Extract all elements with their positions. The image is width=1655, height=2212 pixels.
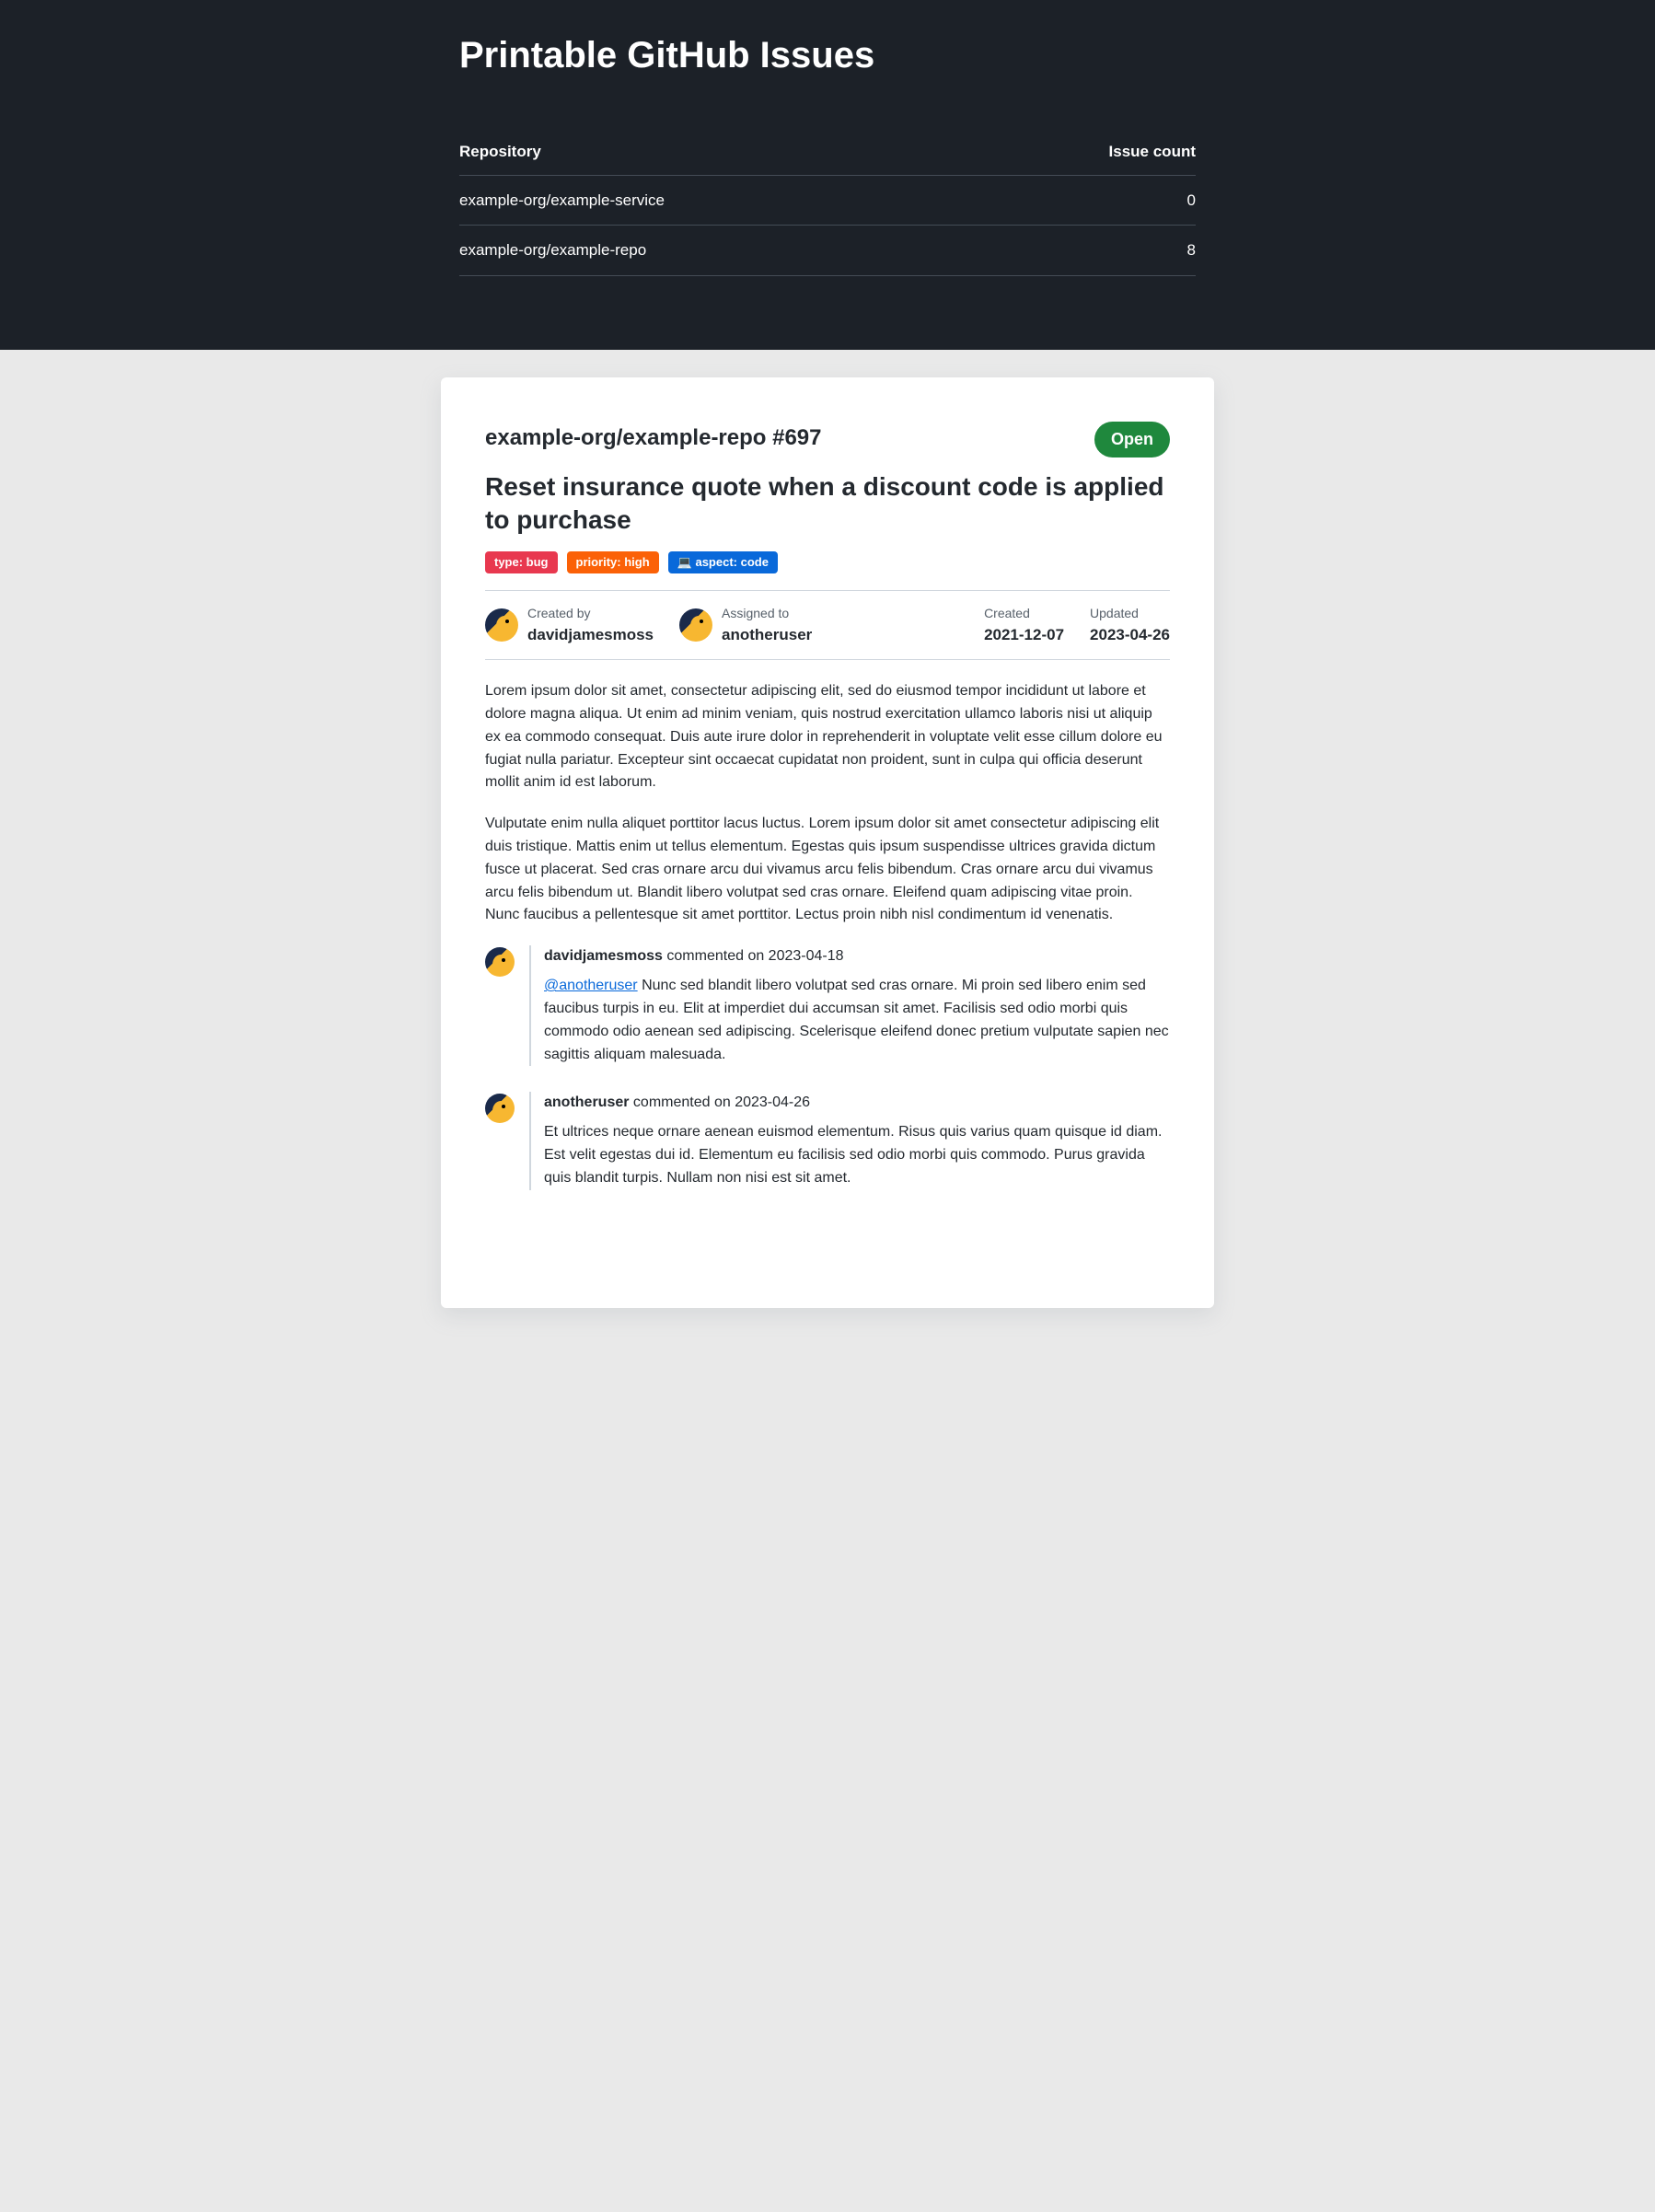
comment-body: @anotheruser Nunc sed blandit libero vol… xyxy=(544,975,1170,1066)
comment-author: anotheruser xyxy=(544,1094,629,1110)
meta-row: Created by davidjamesmoss Assigned to an… xyxy=(485,590,1170,661)
comment-text: Et ultrices neque ornare aenean euismod … xyxy=(544,1124,1162,1186)
comment-header: davidjamesmoss commented on 2023-04-18 xyxy=(544,945,1170,967)
page-title: Printable GitHub Issues xyxy=(459,28,1196,83)
repo-name: example-org/example-service xyxy=(459,175,977,226)
issue-card: example-org/example-repo #697 Open Reset… xyxy=(441,377,1214,1308)
page-header: Printable GitHub Issues Repository Issue… xyxy=(0,0,1655,350)
meta-updated: Updated 2023-04-26 xyxy=(1090,604,1170,647)
comment: davidjamesmoss commented on 2023-04-18 @a… xyxy=(485,945,1170,1066)
issue-label: priority: high xyxy=(567,551,659,573)
issue-label: type: bug xyxy=(485,551,558,573)
avatar-icon xyxy=(485,1094,515,1123)
meta-label: Created by xyxy=(527,604,654,623)
meta-value: 2023-04-26 xyxy=(1090,623,1170,647)
repo-name: example-org/example-repo xyxy=(459,226,977,276)
body-paragraph: Vulputate enim nulla aliquet porttitor l… xyxy=(485,813,1170,927)
issue-label: 💻 aspect: code xyxy=(668,551,778,573)
avatar-icon xyxy=(485,608,518,642)
meta-value: 2021-12-07 xyxy=(984,623,1064,647)
status-badge: Open xyxy=(1094,422,1170,457)
issue-title: Reset insurance quote when a discount co… xyxy=(485,470,1170,538)
comments: davidjamesmoss commented on 2023-04-18 @a… xyxy=(485,945,1170,1190)
comment-content: davidjamesmoss commented on 2023-04-18 @a… xyxy=(529,945,1170,1066)
meta-label: Created xyxy=(984,604,1064,623)
issue-count: 0 xyxy=(977,175,1196,226)
meta-label: Assigned to xyxy=(722,604,812,623)
comment-content: anotheruser commented on 2023-04-26 Et ul… xyxy=(529,1092,1170,1189)
col-repo: Repository xyxy=(459,129,977,175)
issue-count: 8 xyxy=(977,226,1196,276)
labels-row: type: bug priority: high 💻 aspect: code xyxy=(485,551,1170,573)
comment-text: Nunc sed blandit libero volutpat sed cra… xyxy=(544,978,1169,1061)
meta-created: Created 2021-12-07 xyxy=(984,604,1064,647)
meta-value: anotheruser xyxy=(722,623,812,647)
comment-header: anotheruser commented on 2023-04-26 xyxy=(544,1092,1170,1114)
comment-on: commented on 2023-04-26 xyxy=(629,1094,810,1110)
meta-value: davidjamesmoss xyxy=(527,623,654,647)
meta-created-by: Created by davidjamesmoss xyxy=(485,604,654,647)
col-count: Issue count xyxy=(977,129,1196,175)
avatar-icon xyxy=(679,608,712,642)
body-paragraph: Lorem ipsum dolor sit amet, consectetur … xyxy=(485,680,1170,794)
comment-author: davidjamesmoss xyxy=(544,948,663,964)
avatar-icon xyxy=(485,947,515,977)
mention-link[interactable]: @anotheruser xyxy=(544,978,638,993)
table-row: example-org/example-service0 xyxy=(459,175,1196,226)
table-row: example-org/example-repo8 xyxy=(459,226,1196,276)
comment-body: Et ultrices neque ornare aenean euismod … xyxy=(544,1121,1170,1189)
meta-label: Updated xyxy=(1090,604,1170,623)
repo-table: Repository Issue count example-org/examp… xyxy=(459,129,1196,276)
meta-assigned-to: Assigned to anotheruser xyxy=(679,604,812,647)
comment: anotheruser commented on 2023-04-26 Et ul… xyxy=(485,1092,1170,1189)
issue-ref: example-org/example-repo #697 xyxy=(485,422,822,455)
comment-on: commented on 2023-04-18 xyxy=(663,948,844,964)
issue-body: Lorem ipsum dolor sit amet, consectetur … xyxy=(485,680,1170,927)
